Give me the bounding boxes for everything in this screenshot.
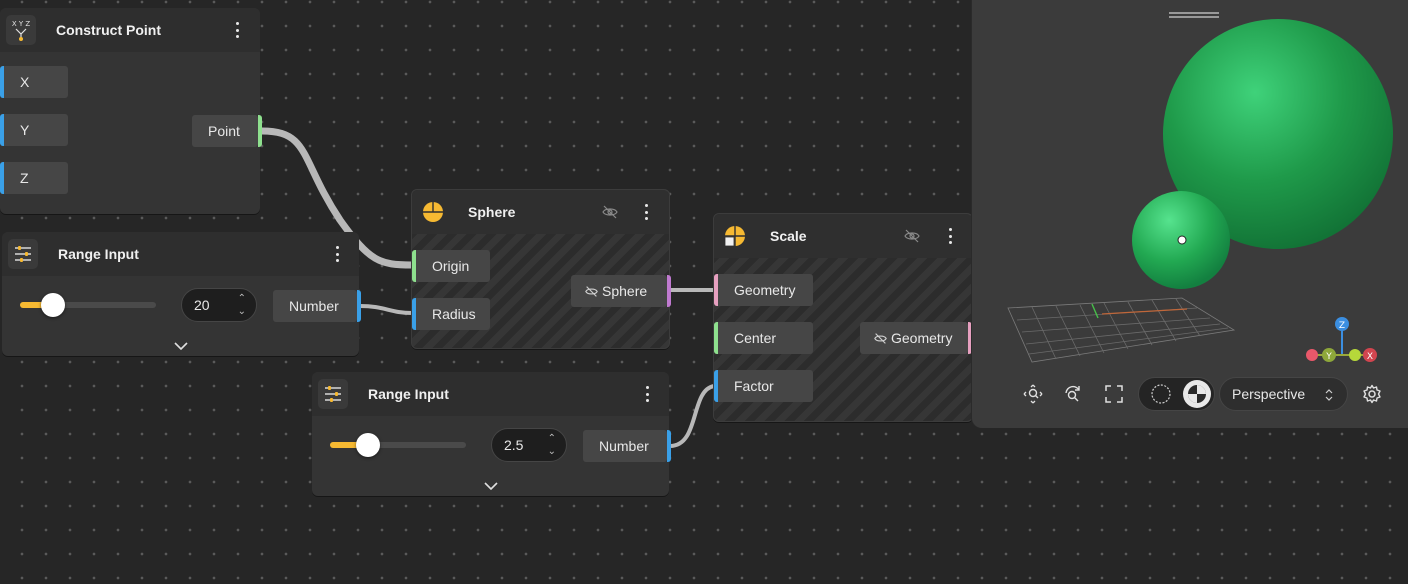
number-value: 20 [194, 297, 210, 313]
sliders-icon [318, 379, 348, 409]
viewport-scene[interactable]: Z Y X [972, 0, 1408, 370]
axis-y-label: Y [1325, 352, 1332, 362]
input-socket-z[interactable]: Z [0, 162, 68, 194]
input-socket-radius[interactable]: Radius [412, 298, 490, 330]
zoom-target-icon [1023, 384, 1043, 404]
input-socket-geometry[interactable]: Geometry [714, 274, 813, 306]
node-menu-icon[interactable] [639, 202, 653, 222]
wireframe-shading-icon[interactable] [1150, 383, 1172, 405]
chevron-up-icon[interactable]: ⌃ [238, 294, 246, 304]
viewport-settings-button[interactable] [1356, 378, 1388, 410]
viewport-panel[interactable]: Z Y X Perspective [972, 0, 1408, 428]
chevron-down-icon[interactable]: ⌄ [238, 307, 246, 317]
socket-label: Geometry [891, 330, 953, 346]
socket-label: Center [734, 330, 777, 346]
expand-chevron-icon[interactable] [484, 482, 498, 490]
fullscreen-button[interactable] [1098, 378, 1130, 410]
socket-label: X [20, 74, 30, 90]
chevron-down-icon[interactable]: ⌄ [548, 447, 556, 457]
expand-chevron-icon[interactable] [174, 342, 188, 350]
construct-point-node[interactable]: X Y Z Construct Point X Y Z Point [0, 8, 262, 214]
range-slider[interactable] [20, 293, 156, 317]
input-socket-center[interactable]: Center [714, 322, 813, 354]
xyz-icon-label: X Y Z [12, 20, 31, 28]
input-socket-factor[interactable]: Factor [714, 370, 813, 402]
slider-knob[interactable] [41, 293, 65, 317]
output-socket-geometry[interactable]: Geometry [860, 322, 972, 354]
chevron-updown-icon [1325, 389, 1333, 401]
xyz-icon: X Y Z [6, 15, 36, 45]
node-menu-icon[interactable] [640, 384, 654, 404]
input-socket-y[interactable]: Y [0, 114, 68, 146]
solid-shading-toggle[interactable] [1183, 380, 1211, 408]
node-menu-icon[interactable] [230, 20, 244, 40]
node-title: Range Input [368, 386, 449, 402]
socket-label: Geometry [734, 282, 796, 298]
eye-off-icon[interactable] [904, 228, 920, 244]
node-title: Sphere [468, 204, 516, 220]
reset-zoom-icon [1065, 385, 1080, 402]
scale-icon [720, 221, 750, 251]
output-socket-number[interactable]: Number [273, 290, 361, 322]
chevron-up-icon[interactable]: ⌃ [548, 434, 556, 444]
socket-label: Z [20, 170, 29, 186]
wire-number-to-radius[interactable] [359, 304, 413, 315]
sphere-node[interactable]: Sphere Origin Radius Sphere [411, 189, 671, 349]
range-input-node-2[interactable]: Range Input 2.5 ⌃ ⌄ Number [312, 372, 671, 496]
wire-number-to-factor[interactable] [669, 384, 715, 448]
range-input-header[interactable]: Range Input [312, 372, 669, 416]
input-socket-x[interactable]: X [0, 66, 68, 98]
gear-icon [1363, 384, 1381, 404]
eye-off-icon[interactable] [602, 204, 618, 220]
axis-x-label: X [1367, 352, 1373, 362]
slider-knob[interactable] [356, 433, 380, 457]
socket-label: Number [599, 438, 649, 454]
construct-point-header[interactable]: X Y Z Construct Point [0, 8, 260, 52]
scale-node[interactable]: Scale Geometry Center Factor Geometry [713, 213, 973, 422]
range-slider[interactable] [330, 433, 466, 457]
range-input-node-1[interactable]: Range Input 20 ⌃ ⌄ Number [2, 232, 361, 356]
reset-view-button[interactable] [1057, 378, 1089, 410]
output-socket-number[interactable]: Number [583, 430, 671, 462]
node-title: Construct Point [56, 22, 161, 38]
range-input-header[interactable]: Range Input [2, 232, 359, 276]
number-input[interactable]: 20 ⌃ ⌄ [181, 288, 257, 322]
fullscreen-icon [1105, 385, 1123, 403]
node-title: Scale [770, 228, 807, 244]
axis-gizmo[interactable]: Z Y X [1306, 317, 1377, 362]
frame-selection-button[interactable] [1017, 378, 1049, 410]
node-menu-icon[interactable] [330, 244, 344, 264]
socket-label: Number [289, 298, 339, 314]
number-input[interactable]: 2.5 ⌃ ⌄ [491, 428, 567, 462]
sphere-icon [418, 197, 448, 227]
scale-header[interactable]: Scale [714, 214, 972, 258]
shading-toggle-group[interactable] [1138, 377, 1215, 411]
socket-label: Origin [432, 258, 470, 274]
eye-off-icon [874, 333, 887, 344]
number-value: 2.5 [504, 437, 524, 453]
socket-label: Sphere [602, 283, 648, 299]
socket-label: Point [208, 123, 240, 139]
ground-grid [1007, 297, 1236, 363]
sphere-header[interactable]: Sphere [412, 190, 669, 234]
output-socket-point[interactable]: Point [192, 115, 262, 147]
socket-label: Factor [734, 378, 774, 394]
output-socket-sphere[interactable]: Sphere [571, 275, 671, 307]
sliders-icon [8, 239, 38, 269]
node-menu-icon[interactable] [943, 226, 957, 246]
eye-off-icon [585, 286, 598, 297]
socket-label: Y [20, 122, 30, 138]
input-socket-origin[interactable]: Origin [412, 250, 490, 282]
camera-mode-select[interactable]: Perspective [1219, 377, 1348, 411]
origin-marker[interactable] [1177, 235, 1187, 245]
solid-shading-icon [1188, 385, 1206, 403]
node-title: Range Input [58, 246, 139, 262]
socket-label: Radius [432, 306, 476, 322]
axis-z-label: Z [1339, 321, 1345, 331]
camera-mode-value: Perspective [1232, 386, 1306, 402]
